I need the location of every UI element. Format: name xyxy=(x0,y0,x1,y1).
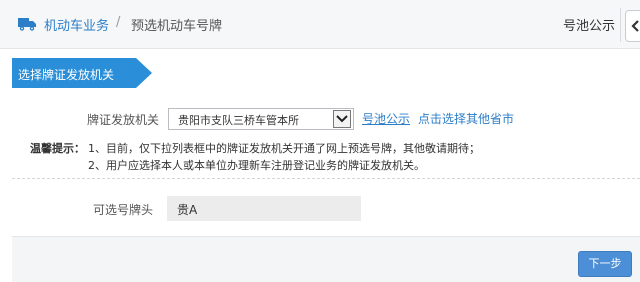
section-divider xyxy=(12,178,640,179)
chevron-left-icon xyxy=(631,20,639,32)
back-button[interactable] xyxy=(625,10,640,42)
truck-icon xyxy=(18,16,36,31)
dropdown-arrow[interactable] xyxy=(333,110,351,128)
authority-select[interactable]: 贵阳市支队三桥车管本所 xyxy=(168,108,354,130)
tip-line-1: 1、目前，仅下拉列表框中的牌证发放机关开通了网上预选号牌，其他敬请期待； xyxy=(88,142,480,155)
tips-title: 温馨提示： xyxy=(30,142,85,155)
page-title: 预选机动车号牌 xyxy=(131,19,223,34)
plate-prefix-value: 贵A xyxy=(177,203,198,217)
next-button[interactable]: 下一步 xyxy=(578,251,632,277)
plate-prefix-field: 贵A xyxy=(167,196,361,221)
divider xyxy=(620,8,621,42)
number-pool-notice-link[interactable]: 号池公示 xyxy=(563,15,615,34)
breadcrumb-section-link[interactable]: 机动车业务 xyxy=(44,15,109,34)
step-label: 选择牌证发放机关 xyxy=(18,68,115,82)
authority-selected-value: 贵阳市支队三桥车管本所 xyxy=(178,114,299,127)
pool-notice-link[interactable]: 号池公示 xyxy=(362,110,410,127)
plate-prefix-label: 可选号牌头 xyxy=(93,203,154,217)
breadcrumb-separator: / xyxy=(116,15,121,30)
top-bar: 机动车业务 / 预选机动车号牌 号池公示 xyxy=(0,0,640,49)
other-province-link[interactable]: 点击选择其他省市 xyxy=(418,110,514,127)
authority-label: 牌证发放机关 xyxy=(87,113,160,127)
footer-bar xyxy=(12,236,640,282)
tip-line-2: 2、用户应选择本人或本单位办理新车注册登记业务的牌证发放机关。 xyxy=(88,159,425,172)
chevron-down-icon xyxy=(336,115,348,123)
